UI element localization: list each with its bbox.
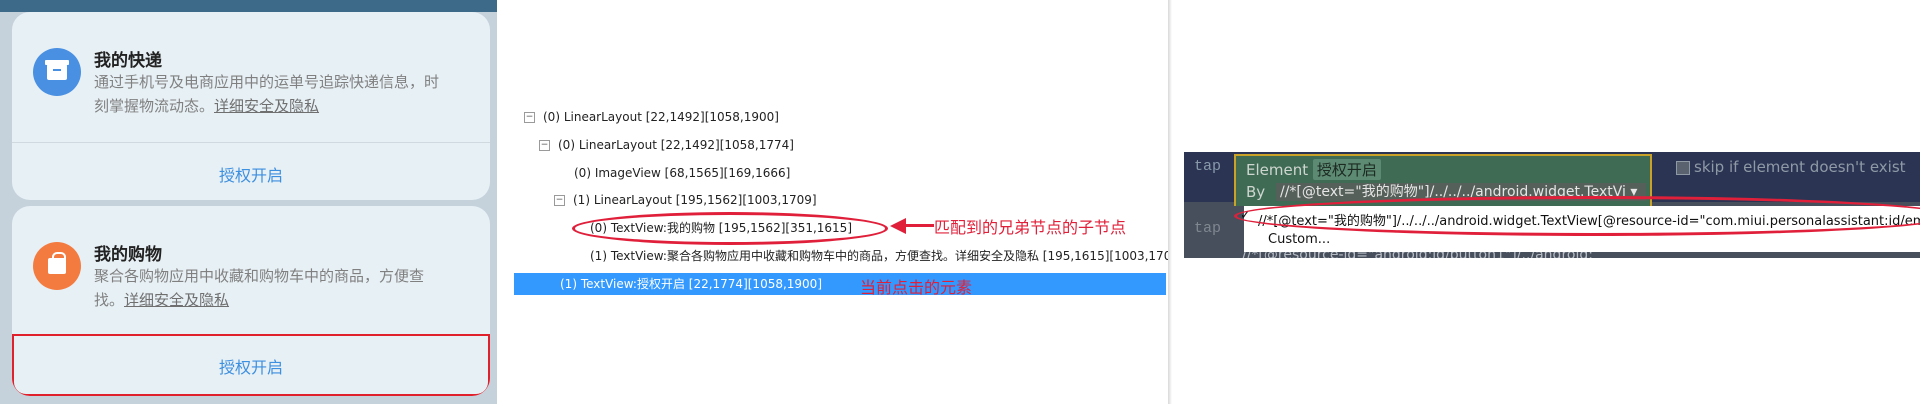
tap-command-label: tap: [1194, 220, 1222, 237]
tree-node[interactable]: (0) ImageView [68,1565][169,1666]: [574, 162, 790, 184]
authorize-button[interactable]: 授权开启: [12, 162, 490, 186]
privacy-link[interactable]: 详细安全及隐私: [214, 97, 319, 115]
tree-node-label: (1) TextView:聚合各购物应用中收藏和购物车中的商品，方便查找。详细安…: [590, 249, 1184, 263]
annotation-current-element: 当前点击的元素: [860, 278, 973, 297]
annotation-sibling-child: 匹配到的兄弟节点的子节点: [934, 218, 1127, 237]
collapse-toggle-icon[interactable]: −: [554, 195, 565, 206]
tree-node-selected[interactable]: (1) TextView:授权开启 [22,1774][1058,1900]: [514, 273, 1166, 295]
card-divider: [12, 142, 490, 143]
annotation-arrow-line: [904, 224, 934, 227]
authorize-button[interactable]: 授权开启: [12, 354, 490, 378]
express-icon-circle: [33, 48, 81, 96]
package-box-icon: [45, 60, 69, 80]
tree-node-label: (0) LinearLayout [22,1492][1058,1900]: [543, 110, 779, 124]
collapse-toggle-icon[interactable]: −: [539, 140, 550, 151]
card-desc-line2: 刻掌握物流动态。: [94, 97, 215, 115]
shopping-card: 我的购物 聚合各购物应用中收藏和购物车中的商品，方便查 找。详细安全及隐私 授权…: [12, 206, 490, 396]
ui-hierarchy-tree: − (0) LinearLayout [22,1492][1058,1900] −…: [510, 0, 1184, 404]
annotation-ellipse: [572, 212, 888, 245]
card-desc-line2: 找。: [94, 291, 125, 309]
card-description: 聚合各购物应用中收藏和购物车中的商品，方便查 找。详细安全及隐私: [94, 264, 474, 312]
tree-node[interactable]: − (1) LinearLayout [195,1562][1003,1709]: [554, 189, 817, 211]
panel-edge-shadow: [1168, 0, 1172, 404]
card-description: 通过手机号及电商应用中的运单号追踪快递信息，时 刻掌握物流动态。详细安全及隐私: [94, 70, 474, 118]
shopping-icon-circle: [33, 242, 81, 290]
card-title: 我的购物: [94, 245, 162, 265]
tree-node[interactable]: − (0) LinearLayout [22,1492][1058,1774]: [539, 134, 794, 156]
skip-checkbox-row[interactable]: skip if element doesn't exist: [1676, 158, 1906, 176]
annotation-arrow-icon: [890, 218, 906, 234]
privacy-link[interactable]: 详细安全及隐私: [124, 291, 229, 309]
tap-command-label: tap: [1194, 158, 1222, 175]
tree-node-label: (1) LinearLayout [195,1562][1003,1709]: [573, 193, 817, 207]
card-desc-line1: 聚合各购物应用中收藏和购物车中的商品，方便查: [94, 267, 425, 285]
skip-label: skip if element doesn't exist: [1694, 158, 1906, 176]
card-desc-line1: 通过手机号及电商应用中的运单号追踪快递信息，时: [94, 73, 440, 91]
phone-screenshot-panel: 我的快递 通过手机号及电商应用中的运单号追踪快递信息，时 刻掌握物流动态。详细安…: [0, 0, 497, 404]
dropdown-option-custom[interactable]: Custom...: [1268, 232, 1330, 247]
tree-node-label: (1) TextView:授权开启 [22,1774][1058,1900]: [560, 277, 823, 291]
tree-node[interactable]: − (0) LinearLayout [22,1492][1058,1900]: [524, 106, 779, 128]
phone-top-background: [0, 0, 497, 12]
card-title: 我的快递: [94, 51, 162, 71]
tree-node-label: (0) ImageView [68,1565][169,1666]: [574, 166, 791, 180]
skip-checkbox[interactable]: [1676, 160, 1690, 175]
tree-node-label: (0) LinearLayout [22,1492][1058,1774]: [558, 138, 794, 152]
annotation-ellipse-selector: [1234, 196, 1920, 236]
script-editor-panel: tap tap Element 授权开启 By //*[@text="我的购物"…: [1168, 0, 1920, 404]
element-row: Element 授权开启: [1246, 159, 1381, 180]
collapse-toggle-icon[interactable]: −: [524, 112, 535, 123]
express-card: 我的快递 通过手机号及电商应用中的运单号追踪快递信息，时 刻掌握物流动态。详细安…: [12, 12, 490, 200]
tree-node[interactable]: (1) TextView:聚合各购物应用中收藏和购物车中的商品，方便查找。详细安…: [590, 245, 1184, 267]
by-label: By: [1246, 183, 1266, 201]
element-label: Element: [1246, 161, 1309, 179]
element-value[interactable]: 授权开启: [1312, 159, 1381, 180]
shopping-bag-icon: [48, 252, 66, 274]
